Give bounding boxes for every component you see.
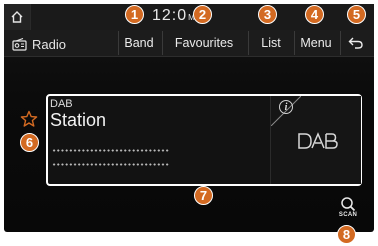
callout-marker: 1	[125, 5, 144, 24]
station-info-line-1	[52, 149, 170, 152]
list-button-label: List	[261, 36, 281, 50]
station-text-area: DAB Station	[48, 96, 270, 184]
favourites-button[interactable]: Favourites	[162, 31, 245, 55]
callout-marker: 6	[20, 133, 39, 152]
back-button[interactable]	[340, 31, 371, 55]
callout-marker: 2	[193, 5, 212, 24]
band-button-label: Band	[124, 36, 154, 50]
scan-icon	[341, 197, 356, 212]
back-arrow-icon	[348, 37, 363, 49]
station-info-card[interactable]: DAB Station i	[46, 94, 362, 186]
station-logo-area: i	[270, 96, 361, 184]
info-icon[interactable]: i	[279, 100, 293, 114]
menu-button-label: Menu	[300, 36, 332, 50]
list-button[interactable]: List	[248, 31, 293, 55]
station-info-line-2	[52, 163, 170, 166]
source-label: Radio	[32, 36, 66, 52]
dab-logo-icon	[298, 132, 338, 149]
station-name: Station	[50, 110, 107, 130]
callout-marker: 3	[258, 5, 277, 24]
clock-time: 12:0	[152, 7, 188, 24]
scan-label: SCAN	[338, 212, 358, 218]
star-icon[interactable]	[20, 110, 38, 128]
home-button[interactable]	[4, 4, 31, 31]
callout-marker: 7	[194, 186, 213, 205]
band-button[interactable]: Band	[118, 31, 159, 55]
radio-icon	[12, 37, 27, 51]
favourites-button-label: Favourites	[174, 36, 234, 50]
callout-marker: 5	[347, 5, 366, 24]
clock: 12:0M	[152, 7, 196, 25]
callout-marker: 8	[337, 225, 356, 244]
source-indicator: Radio	[12, 36, 66, 52]
scan-button[interactable]: SCAN	[336, 196, 360, 226]
station-band-label: DAB	[50, 98, 73, 110]
home-icon	[11, 11, 23, 23]
menu-button[interactable]: Menu	[294, 31, 337, 55]
callout-marker: 4	[305, 5, 324, 24]
